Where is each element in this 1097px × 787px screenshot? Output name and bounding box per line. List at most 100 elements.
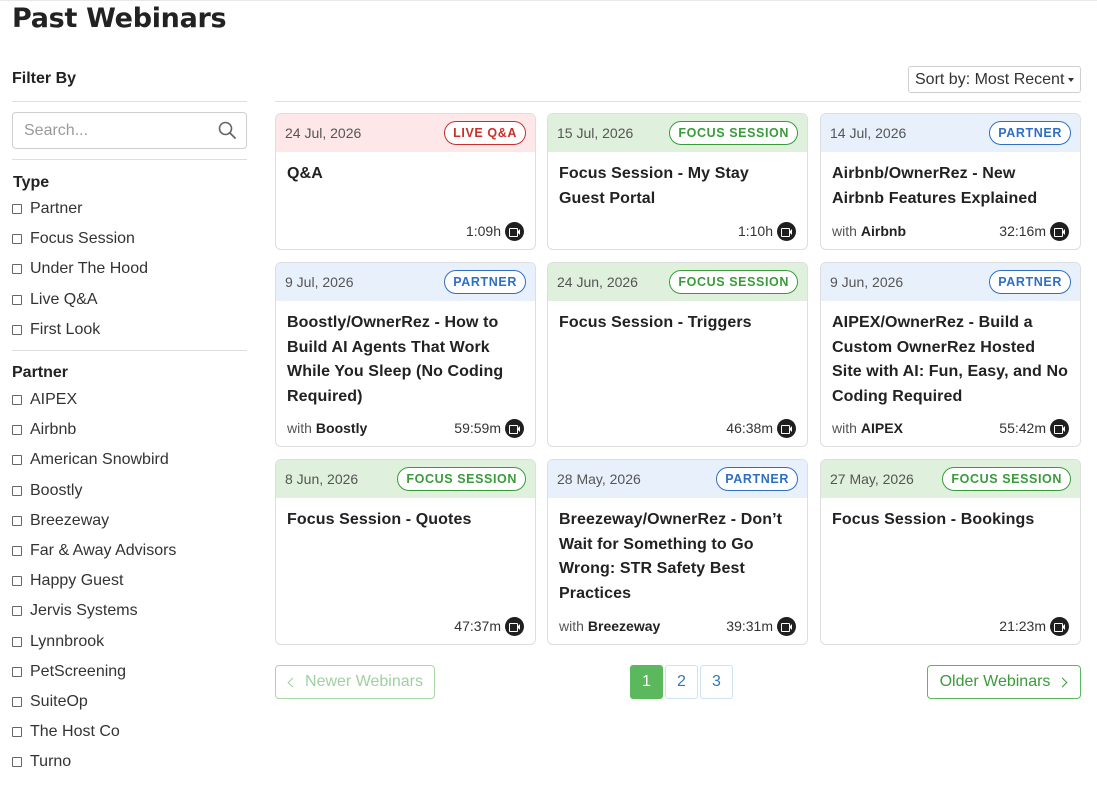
partner-filter-list: AIPEX Airbnb American Snowbird Boostly Breez…	[12, 385, 247, 777]
checkbox[interactable]	[12, 606, 22, 617]
checkbox[interactable]	[12, 576, 22, 587]
card-footer: 1:10h	[559, 221, 796, 241]
partner-filter-the-host-co[interactable]: The Host Co	[12, 717, 247, 747]
sort-dropdown[interactable]: Sort by: Most Recent	[908, 66, 1081, 93]
partner-filter-happy-guest[interactable]: Happy Guest	[12, 566, 247, 596]
filter-label: Boostly	[30, 481, 83, 499]
type-filter-title: Type	[13, 174, 50, 191]
duration: 39:31m	[726, 616, 796, 636]
partner-filter-airbnb[interactable]: Airbnb	[12, 415, 247, 445]
checkbox[interactable]	[12, 234, 22, 245]
partner-filter-petscreening[interactable]: PetScreening	[12, 657, 247, 687]
checkbox[interactable]	[12, 757, 22, 768]
search-icon[interactable]	[218, 121, 236, 139]
checkbox[interactable]	[12, 727, 22, 738]
video-camera-icon	[1050, 616, 1069, 636]
video-camera-icon	[505, 221, 524, 241]
webinar-card[interactable]: 15 Jul, 2026 FOCUS SESSION Focus Session -…	[547, 113, 808, 250]
partner-filter-jervis-systems[interactable]: Jervis Systems	[12, 596, 247, 626]
webinar-card[interactable]: 14 Jul, 2026 PARTNER Airbnb/OwnerRez - New…	[820, 113, 1081, 250]
checkbox[interactable]	[12, 294, 22, 305]
checkbox[interactable]	[12, 545, 22, 556]
page-3-button[interactable]: 3	[700, 665, 733, 699]
type-filter-first-look[interactable]: First Look	[12, 315, 247, 345]
filter-label: Far & Away Advisors	[30, 541, 177, 559]
type-badge: FOCUS SESSION	[669, 270, 798, 294]
search-input[interactable]	[13, 113, 203, 148]
checkbox[interactable]	[12, 666, 22, 677]
checkbox[interactable]	[12, 636, 22, 647]
webinar-card[interactable]: 24 Jul, 2026 LIVE Q&A Q&A 1:09h	[275, 113, 536, 250]
caret-down-icon	[1068, 77, 1075, 82]
filter-label: The Host Co	[30, 723, 120, 741]
webinar-card[interactable]: 27 May, 2026 FOCUS SESSION Focus Session -…	[820, 459, 1081, 645]
partner-credit-prefix: with	[559, 618, 584, 634]
type-filter-under-the-hood[interactable]: Under The Hood	[12, 254, 247, 284]
duration-text: 55:42m	[999, 420, 1046, 436]
filter-label: Airbnb	[30, 421, 77, 439]
type-badge: FOCUS SESSION	[942, 467, 1071, 491]
page-2-button[interactable]: 2	[665, 665, 698, 699]
card-header: 15 Jul, 2026 FOCUS SESSION	[548, 114, 807, 152]
webinar-title[interactable]: Breezeway/OwnerRez - Don’t Wait for Some…	[548, 498, 807, 606]
webinar-title[interactable]: AIPEX/OwnerRez - Build a Custom OwnerRez…	[821, 301, 1080, 409]
video-camera-icon	[505, 616, 524, 636]
webinar-title[interactable]: Q&A	[276, 152, 535, 187]
webinar-date: 24 Jun, 2026	[557, 274, 638, 290]
card-footer: with Airbnb 32:16m	[832, 221, 1069, 241]
filter-label: American Snowbird	[30, 451, 169, 469]
webinar-card[interactable]: 9 Jul, 2026 PARTNER Boostly/OwnerRez - How…	[275, 262, 536, 447]
older-webinars-button[interactable]: Older Webinars	[927, 665, 1081, 699]
checkbox[interactable]	[12, 395, 22, 406]
partner-filter-american-snowbird[interactable]: American Snowbird	[12, 445, 247, 475]
duration: 55:42m	[999, 418, 1069, 438]
page-1-button[interactable]: 1	[630, 665, 663, 699]
duration-text: 21:23m	[999, 618, 1046, 634]
webinar-card[interactable]: 8 Jun, 2026 FOCUS SESSION Focus Session - …	[275, 459, 536, 645]
partner-filter-breezeway[interactable]: Breezeway	[12, 506, 247, 536]
type-filter-partner[interactable]: Partner	[12, 194, 247, 224]
webinar-date: 15 Jul, 2026	[557, 125, 634, 141]
webinar-title[interactable]: Airbnb/OwnerRez - New Airbnb Features Ex…	[821, 152, 1080, 211]
duration-text: 46:38m	[726, 420, 773, 436]
card-header: 24 Jun, 2026 FOCUS SESSION	[548, 263, 807, 301]
partner-filter-lynnbrook[interactable]: Lynnbrook	[12, 626, 247, 656]
checkbox[interactable]	[12, 204, 22, 215]
newer-webinars-button[interactable]: Newer Webinars	[275, 665, 435, 699]
webinar-date: 8 Jun, 2026	[285, 471, 359, 487]
partner-name: Breezeway	[587, 618, 661, 634]
duration: 1:09h	[466, 221, 524, 241]
partner-credit-prefix: with	[287, 420, 312, 436]
partner-filter-title: Partner	[12, 363, 69, 381]
checkbox[interactable]	[12, 696, 22, 707]
webinar-card[interactable]: 28 May, 2026 PARTNER Breezeway/OwnerRez - …	[547, 459, 808, 645]
card-header: 14 Jul, 2026 PARTNER	[821, 114, 1080, 152]
webinar-title[interactable]: Boostly/OwnerRez - How to Build AI Agent…	[276, 301, 535, 409]
webinar-title[interactable]: Focus Session - Quotes	[276, 498, 535, 533]
webinar-card[interactable]: 24 Jun, 2026 FOCUS SESSION Focus Session -…	[547, 262, 808, 447]
type-filter-focus-session[interactable]: Focus Session	[12, 224, 247, 254]
card-header: 8 Jun, 2026 FOCUS SESSION	[276, 460, 535, 498]
webinar-title[interactable]: Focus Session - Bookings	[821, 498, 1080, 533]
partner-filter-boostly[interactable]: Boostly	[12, 476, 247, 506]
webinar-card[interactable]: 9 Jun, 2026 PARTNER AIPEX/OwnerRez - Build…	[820, 262, 1081, 447]
chevron-right-icon	[1057, 677, 1068, 687]
webinar-title[interactable]: Focus Session - My Stay Guest Portal	[548, 152, 807, 211]
checkbox[interactable]	[12, 264, 22, 275]
checkbox[interactable]	[12, 515, 22, 526]
checkbox[interactable]	[12, 455, 22, 466]
checkbox[interactable]	[12, 485, 22, 496]
partner-filter-suiteop[interactable]: SuiteOp	[12, 687, 247, 717]
checkbox[interactable]	[12, 324, 22, 335]
card-header: 9 Jun, 2026 PARTNER	[821, 263, 1080, 301]
divider	[12, 159, 247, 160]
type-badge: PARTNER	[716, 467, 798, 491]
type-filter-list: Partner Focus Session Under The Hood Live Q…	[12, 194, 247, 345]
checkbox[interactable]	[12, 425, 22, 436]
divider	[12, 101, 247, 102]
partner-filter-far-away-advisors[interactable]: Far & Away Advisors	[12, 536, 247, 566]
webinar-title[interactable]: Focus Session - Triggers	[548, 301, 807, 336]
partner-filter-aipex[interactable]: AIPEX	[12, 385, 247, 415]
partner-filter-turno[interactable]: Turno	[12, 747, 247, 777]
type-filter-live-q-a[interactable]: Live Q&A	[12, 285, 247, 315]
